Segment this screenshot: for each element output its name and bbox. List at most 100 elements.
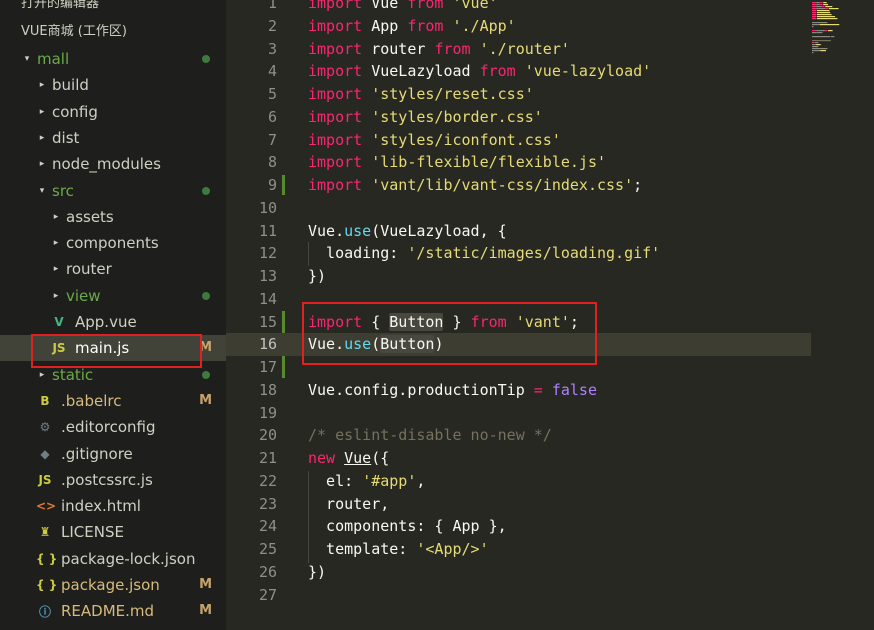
workspace-header[interactable]: VUE商城 (工作区) xyxy=(0,21,127,43)
code-line[interactable]: 4 import VueLazyload from 'vue-lazyload' xyxy=(226,60,874,83)
chevron-right-icon[interactable]: ▸ xyxy=(50,264,62,274)
chevron-right-icon[interactable]: ▸ xyxy=(36,370,48,380)
minimap-token xyxy=(828,8,839,10)
code-token: import xyxy=(308,176,363,194)
code-token: }) xyxy=(308,562,327,581)
chevron-right-icon[interactable]: ▸ xyxy=(50,238,62,248)
code-line[interactable]: 12 loading: '/static/images/loading.gif' xyxy=(226,242,874,265)
line-number: 4 xyxy=(267,62,277,81)
code-line[interactable]: 3 import router from './router' xyxy=(226,38,874,61)
chevron-right-icon[interactable]: ▸ xyxy=(50,212,62,222)
open-editors-header[interactable]: 打开的编辑器 xyxy=(0,0,99,15)
minimap-token xyxy=(819,4,823,6)
line-number: 20 xyxy=(258,426,277,445)
code-line[interactable]: 6 import 'styles/border.css' xyxy=(226,106,874,129)
tree-item[interactable]: ▾ mall xyxy=(0,46,226,72)
code-text: /* eslint-disable no-new */ xyxy=(308,424,552,447)
code-line[interactable]: 22 el: '#app', xyxy=(226,470,874,493)
chevron-right-icon[interactable]: ▸ xyxy=(36,80,48,90)
minimap-token xyxy=(824,30,828,32)
line-number: 16 xyxy=(258,335,277,354)
code-line[interactable]: 23 router, xyxy=(226,493,874,516)
code-line[interactable]: 7 import 'styles/iconfont.css' xyxy=(226,129,874,152)
code-line[interactable]: 26}) xyxy=(226,561,874,584)
line-number: 25 xyxy=(258,540,277,558)
code-line[interactable]: 24 components: { App }, xyxy=(226,515,874,538)
code-line[interactable]: 25 template: '<App/>' xyxy=(226,538,874,561)
code-line[interactable]: 19 xyxy=(226,402,874,425)
minimap-token xyxy=(814,22,817,24)
tree-item[interactable]: ⓘ README.md M xyxy=(0,598,226,624)
tree-item[interactable]: ▸ router xyxy=(0,256,226,282)
code-token: Vue xyxy=(362,0,408,12)
tree-item-label: README.md xyxy=(61,602,155,621)
code-text: }) xyxy=(308,265,326,288)
tree-item[interactable]: ▸ view xyxy=(0,283,226,309)
code-line[interactable]: 8 import 'lib-flexible/flexible.js' xyxy=(226,151,874,174)
tree-item[interactable]: ▸ components xyxy=(0,230,226,256)
tree-item[interactable]: ▸ dist xyxy=(0,125,226,151)
code-token: '/static/images/loading.gif' xyxy=(407,244,661,263)
minimap-token xyxy=(816,8,826,10)
json-file-icon: { } xyxy=(36,578,58,592)
highlight-box-vant-import xyxy=(302,302,597,365)
code-line[interactable]: 1 import Vue from 'vue' xyxy=(226,0,874,15)
code-token: './router' xyxy=(479,39,570,58)
code-line[interactable]: 21 new Vue({ xyxy=(226,447,874,470)
minimap-token xyxy=(812,36,830,38)
code-line[interactable]: 18 Vue.config.productionTip = false xyxy=(226,379,874,402)
minimap-token xyxy=(823,2,827,4)
code-token: use xyxy=(344,221,372,240)
code-text: loading: '/static/images/loading.gif' xyxy=(308,242,660,265)
tree-item[interactable]: ⚙ .editorconfig xyxy=(0,414,226,440)
code-line[interactable]: 13}) xyxy=(226,265,874,288)
tree-item[interactable]: ▸ build xyxy=(0,72,226,98)
chevron-right-icon[interactable]: ▸ xyxy=(36,133,48,143)
code-token: '<App/>' xyxy=(416,540,489,558)
code-token: '#app' xyxy=(362,471,417,490)
code-text: Vue.use(VueLazyload, { xyxy=(308,220,507,243)
chevron-right-icon[interactable]: ▸ xyxy=(36,107,48,117)
minimap-token xyxy=(812,18,817,20)
code-token: ({ xyxy=(371,449,390,467)
tree-item[interactable]: <> index.html xyxy=(0,493,226,519)
line-number: 19 xyxy=(258,403,277,422)
tree-item[interactable]: ▸ config xyxy=(0,99,226,125)
minimap[interactable] xyxy=(808,0,874,630)
minimap-token xyxy=(814,42,817,44)
tree-item[interactable]: ▸ assets xyxy=(0,204,226,230)
minimap-token xyxy=(818,30,823,32)
code-line[interactable]: 10 xyxy=(226,197,874,220)
line-number: 10 xyxy=(258,198,277,217)
chevron-down-icon[interactable]: ▾ xyxy=(36,186,48,196)
tree-item[interactable]: V App.vue xyxy=(0,309,226,335)
chevron-right-icon[interactable]: ▸ xyxy=(50,291,62,301)
tree-item[interactable]: { } package.json M xyxy=(0,572,226,598)
chevron-right-icon[interactable]: ▸ xyxy=(36,159,48,169)
tree-item[interactable]: B .babelrc M xyxy=(0,388,226,414)
line-number: 18 xyxy=(258,380,277,399)
tree-item[interactable]: ▾ src xyxy=(0,178,226,204)
code-token: 'vant/lib/vant-css/index.css' xyxy=(371,176,634,194)
minimap-token xyxy=(814,32,817,34)
tree-item[interactable]: { } package-lock.json xyxy=(0,546,226,572)
code-line[interactable]: 11 Vue.use(VueLazyload, { xyxy=(226,220,874,243)
minimap-token xyxy=(829,36,831,38)
code-token: Vue.config.productionTip xyxy=(308,380,534,399)
tree-item[interactable]: ◆ .gitignore xyxy=(0,441,226,467)
code-line[interactable]: 27 xyxy=(226,584,874,607)
code-token: router, xyxy=(308,494,390,513)
line-number: 21 xyxy=(258,449,277,467)
code-line[interactable]: 2 import App from './App' xyxy=(226,15,874,38)
tree-item[interactable]: JS .postcssrc.js xyxy=(0,467,226,493)
tree-item[interactable]: ▸ node_modules xyxy=(0,151,226,177)
tree-item[interactable]: ♜ LICENSE xyxy=(0,519,226,545)
code-line[interactable]: 20 /* eslint-disable no-new */ xyxy=(226,424,874,447)
chevron-down-icon[interactable]: ▾ xyxy=(21,54,33,64)
minimap-token xyxy=(816,2,820,4)
code-line[interactable]: 5 import 'styles/reset.css' xyxy=(226,83,874,106)
git-status-dot xyxy=(202,291,210,300)
code-line[interactable]: 9 import 'vant/lib/vant-css/index.css'; xyxy=(226,174,874,197)
